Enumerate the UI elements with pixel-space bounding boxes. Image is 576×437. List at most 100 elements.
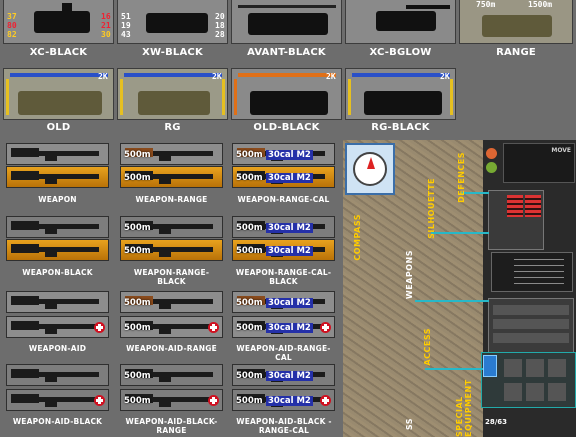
stat-right-3: 28	[215, 30, 225, 39]
range-badge: 2K	[98, 72, 108, 81]
compass-dial-icon	[353, 152, 387, 186]
weapon-slot[interactable]: 500m	[120, 364, 223, 386]
unit-card-xc-black[interactable]: 37 80 82 16 21 30	[3, 0, 114, 44]
status-bar	[10, 73, 108, 77]
weapon-slot[interactable]: 500m 30cal M2	[232, 166, 335, 188]
compass-needle-icon	[367, 157, 375, 169]
weapon-slot[interactable]	[6, 389, 109, 411]
tank-silhouette	[250, 91, 328, 115]
tank-silhouette	[248, 13, 328, 35]
weapon-slot[interactable]: 500m	[120, 291, 223, 313]
weapon-slot[interactable]	[6, 316, 109, 338]
range-label: 500m	[236, 396, 263, 406]
weapon-slot[interactable]	[6, 216, 109, 238]
caption-weapon-black: WEAPON-BLACK	[22, 268, 93, 277]
unit-card-rg[interactable]: 2K	[117, 68, 228, 120]
weapon-slot[interactable]: 500m	[120, 316, 223, 338]
connector-weapons	[415, 300, 489, 302]
range-label: 500m	[124, 246, 151, 256]
unit-card-avant-black[interactable]	[231, 0, 342, 44]
range-label: 500m	[124, 371, 151, 381]
weapon-slot[interactable]: 500m	[120, 216, 223, 238]
weapon-slot[interactable]: 500m 30cal M2	[232, 143, 335, 165]
defences-panel	[488, 190, 544, 250]
side-bar-left	[348, 79, 351, 115]
label-ss: SS	[405, 418, 414, 431]
range-label: 500m	[236, 371, 263, 381]
stat-right-1: 16	[101, 12, 111, 21]
hud-preview-panel: MOVE 28/63 COMPASS WEAPONS SILHOUETTE DE…	[343, 140, 576, 437]
unit-card-rg-black[interactable]: 2K	[345, 68, 456, 120]
caption-weapon-range-black: WEAPON-RANGE-BLACK	[133, 268, 210, 286]
equipment-slot[interactable]	[526, 359, 544, 377]
tank-image	[482, 15, 552, 37]
weapon-slot[interactable]	[6, 291, 109, 313]
side-bar-right	[450, 79, 453, 115]
status-bar	[124, 73, 222, 77]
weapon-slot[interactable]	[6, 364, 109, 386]
caption-rg: RG	[164, 122, 181, 133]
weapon-row[interactable]	[493, 305, 569, 315]
unit-card-xw-black[interactable]: 51 19 43 20 18 28	[117, 0, 228, 44]
weapon-slot[interactable]	[6, 166, 109, 188]
caliber-label: 30cal M2	[266, 371, 313, 381]
weapon-slot[interactable]: 500m	[120, 143, 223, 165]
range-label: 500m	[124, 298, 151, 308]
weapon-slot[interactable]	[6, 239, 109, 261]
equipment-slot[interactable]	[504, 359, 522, 377]
stat-left-2: 19	[121, 21, 131, 30]
access-icon[interactable]	[483, 355, 497, 377]
move-label: MOVE	[551, 147, 571, 154]
weapon-slot[interactable]: 500m 30cal M2	[232, 364, 335, 386]
weapon-slot[interactable]	[6, 143, 109, 165]
tank-silhouette	[364, 91, 442, 115]
aid-icon	[94, 395, 105, 406]
weapon-row[interactable]	[493, 333, 569, 343]
caption-weapon: WEAPON	[38, 195, 77, 204]
compass-widget[interactable]	[345, 143, 395, 195]
caption-weapon-aid-black-range-cal: WEAPON-AID-BLACK -RANGE-CAL	[236, 417, 332, 435]
caption-avant-black: AVANT-BLACK	[247, 47, 326, 58]
weapon-row[interactable]	[493, 319, 569, 329]
equipment-slot[interactable]	[504, 383, 522, 401]
equipment-slot[interactable]	[548, 383, 566, 401]
unit-card-old-black[interactable]: 2K	[231, 68, 342, 120]
stat-left-3: 43	[121, 30, 131, 39]
weapon-slot[interactable]: 500m 30cal M2	[232, 239, 335, 261]
range-label: 500m	[124, 323, 151, 333]
caption-weapon-range-cal-black: WEAPON-RANGE-CAL-BLACK	[235, 268, 332, 286]
unit-card-xc-bglow[interactable]	[345, 0, 456, 44]
range-badge: 2K	[326, 72, 336, 81]
light-icon	[486, 148, 497, 159]
equipment-slot[interactable]	[526, 383, 544, 401]
equipment-slot[interactable]	[548, 359, 566, 377]
weapon-slot[interactable]: 500m	[120, 239, 223, 261]
caption-weapon-aid-black: WEAPON-AID-BLACK	[12, 417, 103, 426]
aid-icon	[208, 395, 219, 406]
weapon-slot[interactable]: 500m	[120, 389, 223, 411]
side-bar-left	[234, 79, 237, 115]
stat-left-1: 37	[7, 12, 17, 21]
unit-card-range[interactable]: 750m 1500m	[459, 0, 573, 44]
stat-right-3: 30	[101, 30, 111, 39]
status-lights	[486, 148, 500, 178]
armor-grid	[507, 195, 523, 217]
weapon-slot[interactable]: 500m	[120, 166, 223, 188]
weapon-slot[interactable]: 500m 30cal M2	[232, 316, 335, 338]
weapon-list-panel	[488, 298, 574, 354]
weapon-slot[interactable]: 500m 30cal M2	[232, 216, 335, 238]
weapon-slot[interactable]: 500m 30cal M2	[232, 389, 335, 411]
range-badge: 2K	[440, 72, 450, 81]
caption-range: RANGE	[496, 47, 536, 58]
range-label: 500m	[124, 223, 151, 233]
stat-left-2: 80	[7, 21, 17, 30]
unit-card-old[interactable]: 2K	[3, 68, 114, 120]
caliber-label: 30cal M2	[266, 323, 313, 333]
weapon-slot[interactable]: 500m 30cal M2	[232, 291, 335, 313]
caliber-label: 30cal M2	[266, 396, 313, 406]
status-bar	[238, 5, 336, 8]
move-panel[interactable]: MOVE	[503, 143, 575, 183]
tank-silhouette	[146, 13, 208, 33]
caption-old: OLD	[46, 122, 71, 133]
label-silhouette: SILHOUETTE	[427, 178, 436, 239]
